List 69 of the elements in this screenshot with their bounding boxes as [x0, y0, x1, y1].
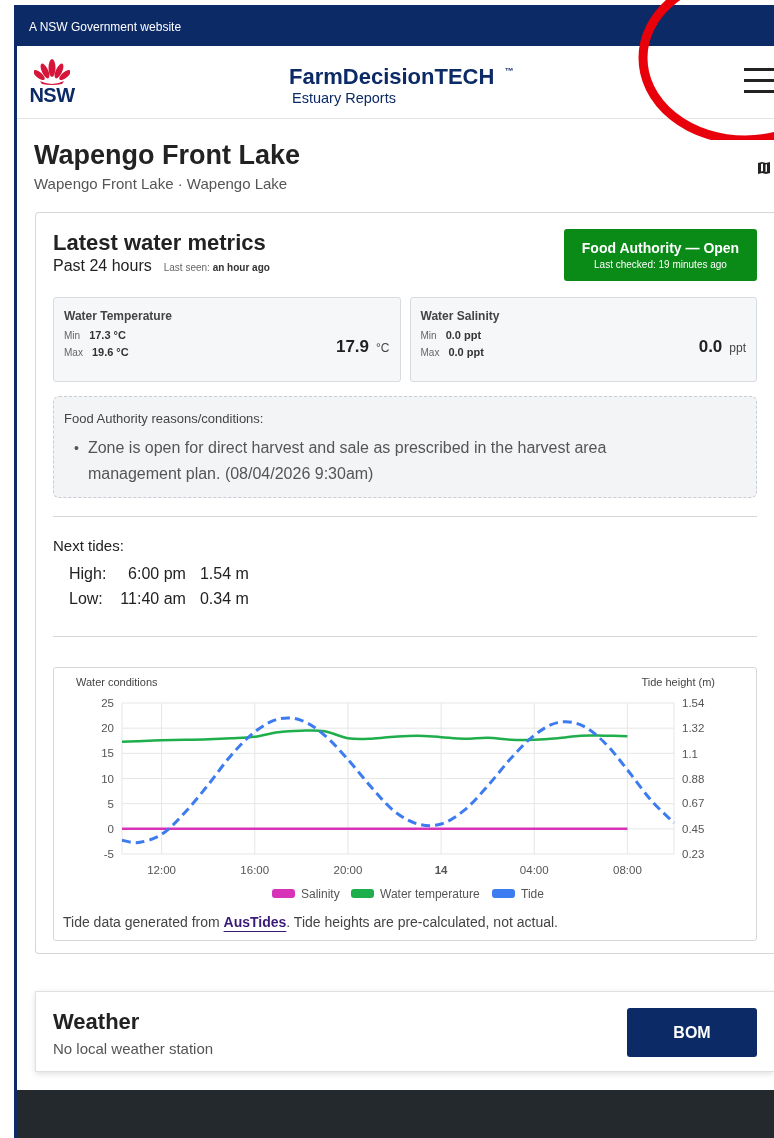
- axis-tick-label: -5: [103, 848, 114, 860]
- waratah-logo-icon[interactable]: [34, 59, 70, 85]
- metric-label: Water Temperature: [64, 309, 173, 323]
- axis-title: Water conditions: [76, 676, 158, 688]
- conditions-title: Food Authority reasons/conditions:: [64, 411, 264, 426]
- axis-tick-label: 0.45: [682, 822, 705, 835]
- axis-tick-label: 5: [107, 797, 114, 810]
- bullet-icon: •: [74, 435, 79, 487]
- axis-tick-label: 12:00: [147, 864, 176, 876]
- current-value: 17.9: [335, 337, 370, 357]
- axis-tick-label: 16:00: [240, 864, 270, 876]
- max-label: Max: [64, 347, 83, 358]
- axis-tick-label: 20: [101, 722, 114, 735]
- weather-title: Weather: [53, 1008, 141, 1036]
- min-label: Min: [420, 330, 437, 341]
- min-label: Min: [64, 330, 81, 341]
- max-value: 19.6 °C: [91, 346, 129, 358]
- unit-label: °C: [376, 341, 390, 355]
- tide-time: 11:40 am: [120, 590, 186, 608]
- tide-type-label: Low:: [69, 590, 104, 608]
- site-title[interactable]: FarmDecisionTECH $^{™}$: [289, 58, 514, 90]
- condition-item: Zone is open for direct harvest and sale as prescribed in the harvest area management plan. (08/04/2026 9:30am): [87, 438, 608, 484]
- axis-tick-label: 1.54: [682, 697, 705, 709]
- food-authority-status-badge: Food Authority — Open Last checked: 19 minutes ago: [564, 229, 757, 281]
- site-subtitle: Estuary Reports: [292, 90, 397, 106]
- unit-label: ppt: [729, 341, 746, 355]
- tide-time: 6:00 pm: [127, 565, 186, 583]
- axis-tick-label: 14: [434, 864, 448, 876]
- location-breadcrumb: Wapengo Front Lake · Wapengo Lake: [34, 175, 289, 192]
- period-label: Past 24 hours: [53, 257, 152, 275]
- map-icon[interactable]: [757, 161, 771, 175]
- next-tides-title: Next tides:: [53, 537, 124, 554]
- legend-label[interactable]: Tide: [521, 887, 544, 901]
- legend-swatch[interactable]: [351, 889, 374, 898]
- last-seen-text: Last seen: an hour ago: [163, 262, 270, 273]
- tide-data-note: Tide data generated from AusTides. Tide heights are pre-calculated, not actual.: [63, 914, 559, 930]
- axis-tick-label: 0: [107, 822, 114, 835]
- tide-type-label: High:: [69, 565, 107, 583]
- axis-tick-label: 20:00: [333, 864, 363, 876]
- axis-tick-label: 08:00: [613, 864, 642, 876]
- axis-tick-label: 0.67: [682, 797, 705, 810]
- page-title: Wapengo Front Lake: [34, 139, 300, 171]
- legend-label[interactable]: Salinity: [301, 887, 340, 901]
- axis-tick-label: 04:00: [519, 864, 549, 876]
- weather-status-text: No local weather station: [53, 1040, 214, 1057]
- min-value: 17.3 °C: [89, 329, 126, 341]
- max-label: Max: [420, 347, 440, 358]
- card-title: Latest water metrics: [53, 229, 267, 257]
- axis-tick-label: 0.88: [682, 773, 705, 786]
- axis-tick-label: 1.1: [682, 747, 698, 760]
- legend-swatch[interactable]: [492, 889, 515, 898]
- legend-swatch[interactable]: [272, 889, 295, 898]
- axis-tick-label: 10: [101, 772, 114, 785]
- legend-label[interactable]: Water temperature: [380, 887, 480, 901]
- axis-title: Tide height (m): [641, 676, 715, 688]
- axis-tick-label: 25: [101, 697, 114, 709]
- menu-icon[interactable]: [742, 66, 774, 96]
- min-value: 0.0 ppt: [445, 329, 482, 341]
- axis-tick-label: 15: [101, 747, 114, 760]
- axis-tick-label: 0.23: [682, 848, 705, 860]
- current-value: 0.0: [698, 337, 723, 357]
- logo-text[interactable]: NSW: [29, 85, 75, 105]
- bom-button[interactable]: BOM: [627, 1008, 757, 1057]
- government-banner-text: A NSW Government website: [29, 20, 182, 34]
- tide-height: 1.54 m: [199, 565, 249, 583]
- tide-height: 0.34 m: [199, 590, 249, 608]
- max-value: 0.0 ppt: [448, 346, 484, 358]
- metric-label: Water Salinity: [420, 309, 500, 323]
- axis-tick-label: 1.32: [682, 722, 705, 735]
